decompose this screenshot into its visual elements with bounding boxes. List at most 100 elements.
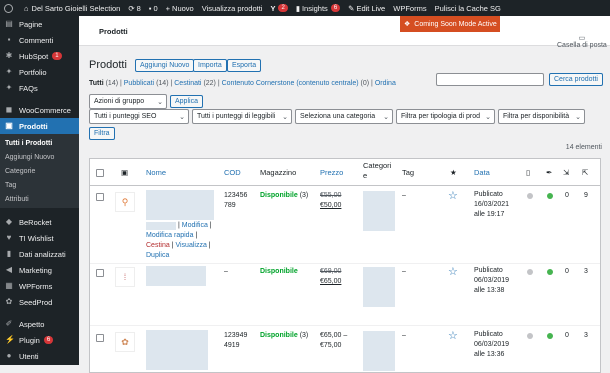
sidebar-item-berocket[interactable]: ◆ BeRocket [0, 214, 79, 230]
quick-edit-link[interactable]: Modifica rapida [146, 232, 193, 239]
chevron-down-icon: ⌄ [282, 114, 288, 121]
submenu-categories[interactable]: Categorie [0, 164, 79, 178]
product-name-redacted[interactable] [146, 266, 206, 286]
comments-link[interactable]: ▪ 0 [145, 0, 162, 16]
sidebar-item-portfolio[interactable]: ✦ Portfolio [0, 64, 79, 80]
product-thumbnail[interactable]: ⁞ [115, 267, 135, 287]
filter-cornerstone[interactable]: Contenuto Cornerstone (contenuto central… [222, 80, 359, 87]
coming-soon-notice[interactable]: ❖ Coming Soon Mode Active [400, 16, 500, 32]
seo-score-filter[interactable]: Tutti i punteggi SEO ⌄ [89, 109, 189, 124]
apply-button[interactable]: Applica [170, 95, 203, 108]
edit-live-link[interactable]: ✎ Edit Live [344, 0, 389, 16]
site-name-link[interactable]: ⌂ Del Sarto Gioielli Selection [20, 0, 124, 16]
product-thumbnail[interactable]: ⚲ [115, 192, 135, 212]
stock-status-filter[interactable]: Filtra per disponibilità ⌄ [498, 109, 585, 124]
insights-link[interactable]: ▮ Insights 6 [292, 0, 344, 16]
price-old: €55,00 [320, 192, 342, 199]
sidebar-item-label: Plugin [19, 335, 40, 345]
woocommerce-header: Prodotti [79, 16, 610, 46]
new-content-link[interactable]: + Nuovo [162, 0, 198, 16]
readability-filter[interactable]: Tutti i punteggi di leggibili ⌄ [192, 109, 292, 124]
row-checkbox[interactable] [96, 193, 104, 201]
insights-label: Insights [301, 3, 328, 13]
trash-link[interactable]: Cestina [146, 242, 170, 249]
product-tags: – [402, 332, 406, 339]
featured-star-icon[interactable]: ☆ [448, 329, 458, 342]
portfolio-icon: ✦ [5, 67, 13, 76]
view-link[interactable]: Visualizza [175, 242, 206, 249]
site-name-label: Del Sarto Gioielli Selection [31, 3, 121, 13]
chevron-down-icon: ⌄ [575, 114, 581, 121]
purge-cache-link[interactable]: Pulisci la Cache SG [431, 0, 505, 16]
bulk-actions-select[interactable]: Azioni di gruppo ⌄ [89, 94, 167, 109]
sidebar-item-wpforms[interactable]: ▦ WPForms [0, 278, 79, 294]
filter-button[interactable]: Filtra [89, 127, 115, 140]
insights-icon: ▮ [295, 3, 300, 13]
add-new-button[interactable]: Aggiungi Nuovo [135, 59, 195, 72]
comment-icon: ▪ [148, 3, 152, 13]
sidebar-item-marketing[interactable]: ◀ Marketing [0, 262, 79, 278]
product-thumbnail[interactable]: ✿ [115, 332, 135, 352]
sidebar-item-woocommerce[interactable]: ◼ WooCommerce [0, 102, 79, 118]
column-price[interactable]: Prezzo [320, 168, 343, 177]
updates-icon: ⟳ [128, 3, 135, 13]
filter-trash[interactable]: Cestinati [174, 80, 201, 87]
featured-star-icon[interactable]: ☆ [448, 189, 458, 202]
filter-order[interactable]: Ordina [375, 80, 396, 87]
stock-status: Disponibile (3) [260, 331, 308, 341]
duplicate-link[interactable]: Duplica [146, 252, 169, 259]
column-name[interactable]: Nome [146, 168, 166, 177]
sidebar-item-analytics[interactable]: ▮ Dati analizzati [0, 246, 79, 262]
product-name-redacted[interactable] [146, 190, 214, 220]
updates-link[interactable]: ⟳ 8 [124, 0, 144, 16]
column-sku[interactable]: COD [224, 168, 241, 177]
sidebar-item-pages[interactable]: ▤ Pagine [0, 16, 79, 32]
filter-published[interactable]: Pubblicati [124, 80, 154, 87]
edit-link[interactable]: Modifica [182, 222, 208, 229]
submenu-attributes[interactable]: Attributi [0, 192, 79, 206]
wordpress-logo-icon[interactable] [0, 0, 20, 16]
status-filter-links: Tutti (14) | Pubblicati (14) | Cestinati… [89, 80, 396, 87]
export-button[interactable]: Esporta [227, 59, 262, 72]
select-all-checkbox[interactable] [96, 169, 104, 177]
yoast-link[interactable]: Y2 [266, 0, 291, 16]
sidebar-item-seedprod[interactable]: ✿ SeedProd [0, 294, 79, 310]
search-products-button[interactable]: Cerca prodotti [549, 73, 603, 86]
column-date[interactable]: Data [474, 168, 490, 177]
bulk-actions-value: Azioni di gruppo [94, 98, 145, 105]
submenu-add-new[interactable]: Aggiungi Nuovo [0, 150, 79, 164]
submenu-tags[interactable]: Tag [0, 178, 79, 192]
sidebar-item-plugins[interactable]: ⚡ Plugin 6 [0, 332, 79, 348]
sidebar-item-faqs[interactable]: ✦ FAQs [0, 80, 79, 96]
yoast-icon: Y [270, 3, 276, 13]
view-products-link[interactable]: Visualizza prodotti [198, 0, 267, 16]
sidebar-item-appearance[interactable]: ✐ Aspetto [0, 316, 79, 332]
sidebar-item-label: HubSpot [19, 51, 49, 61]
date-value: 16/03/2021 [474, 201, 510, 208]
product-name-redacted[interactable] [146, 330, 208, 370]
seo-score-dot [527, 269, 533, 275]
publish-date: Publicato 06/03/2019 alle 13:36 [474, 330, 509, 360]
sidebar-item-hubspot[interactable]: ✱ HubSpot 1 [0, 48, 79, 64]
product-type-filter-value: Filtra per tipologia di prod [401, 113, 480, 120]
filter-all[interactable]: Tutti [89, 80, 104, 87]
plus-icon: + [165, 3, 171, 13]
stock-status: Disponibile [260, 267, 298, 277]
product-price: €55,00 €50,00 [320, 191, 341, 211]
sidebar-item-products[interactable]: ▣ Prodotti [0, 118, 79, 134]
date-value: 06/03/2019 [474, 341, 510, 348]
row-checkbox[interactable] [96, 334, 104, 342]
sidebar-item-comments[interactable]: ▪ Commenti [0, 32, 79, 48]
featured-star-icon[interactable]: ☆ [448, 265, 458, 278]
sidebar-item-users[interactable]: ● Utenti [0, 348, 79, 364]
wpforms-link[interactable]: WPForms [389, 0, 430, 16]
import-button[interactable]: Importa [193, 59, 227, 72]
sidebar-item-wishlist[interactable]: ♥ TI Wishlist [0, 230, 79, 246]
breadcrumb: Prodotti [99, 27, 128, 36]
category-filter[interactable]: Seleziona una categoria ⌄ [295, 109, 393, 124]
submenu-all-products[interactable]: Tutti i Prodotti [0, 136, 79, 150]
product-type-filter[interactable]: Filtra per tipologia di prod ⌄ [396, 109, 495, 124]
row-checkbox[interactable] [96, 269, 104, 277]
search-input[interactable] [436, 73, 544, 86]
column-tags: Tag [402, 168, 415, 177]
